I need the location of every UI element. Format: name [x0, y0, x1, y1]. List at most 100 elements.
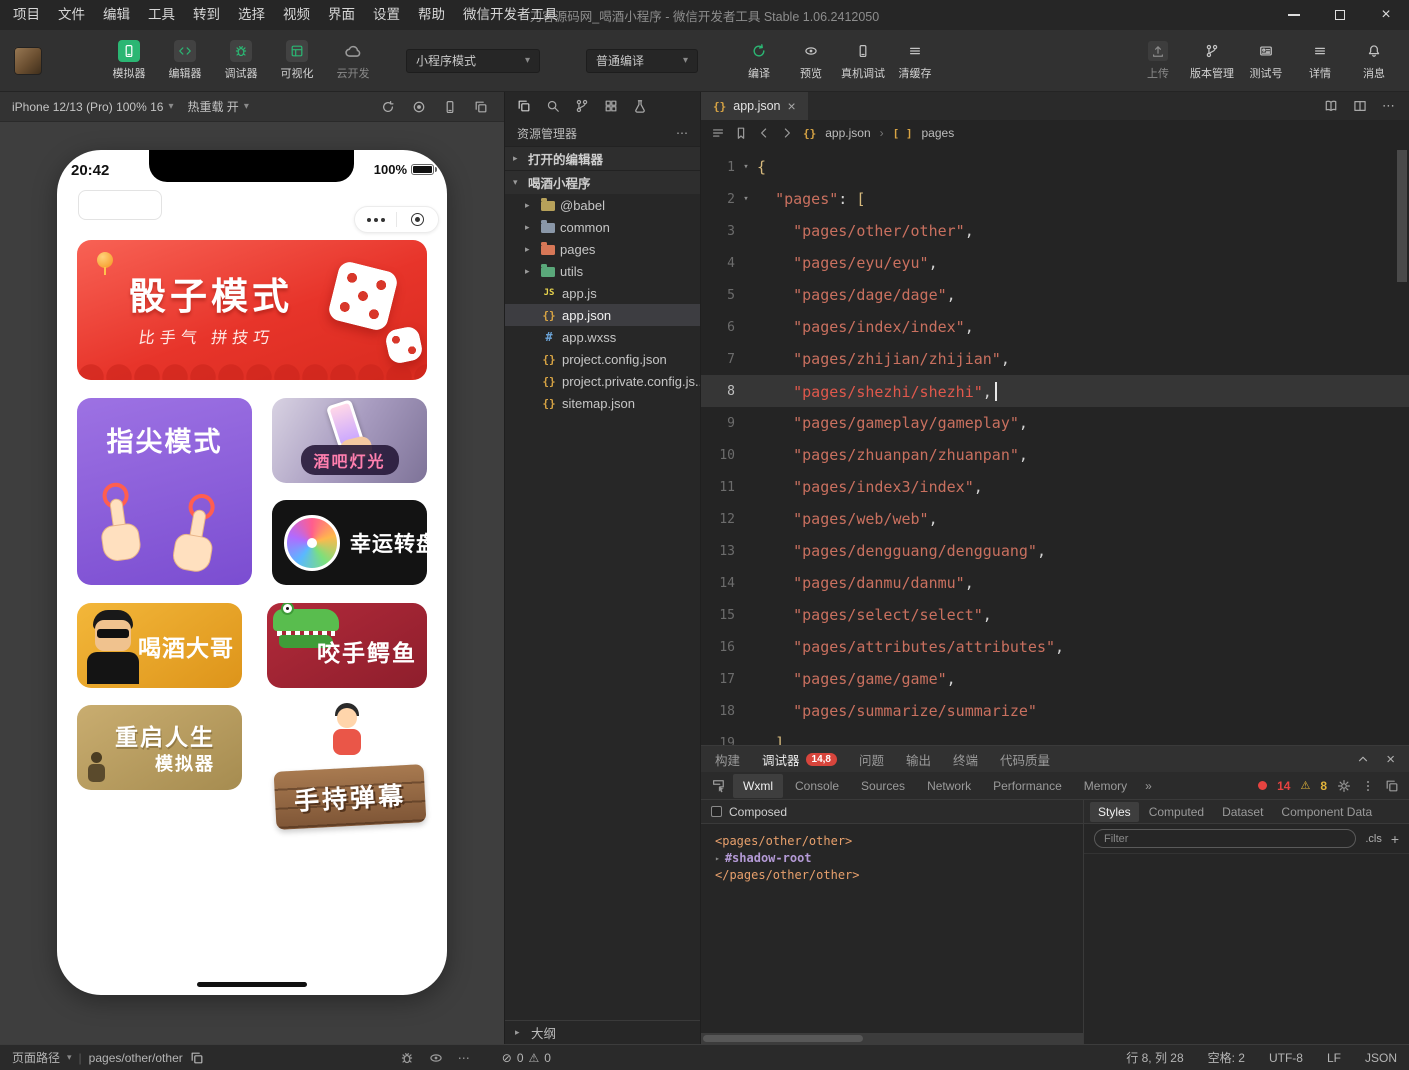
code-line[interactable]: 10 "pages/zhuanpan/zhuanpan",	[701, 439, 1409, 471]
rotate-screen-icon[interactable]	[381, 100, 395, 114]
code-line[interactable]: 1▾{	[701, 151, 1409, 183]
file-item[interactable]: project.private.config.js...	[505, 370, 700, 392]
menu-item[interactable]: 帮助	[409, 0, 454, 30]
debugger-tab[interactable]: 输出	[906, 750, 931, 769]
extensions-icon[interactable]	[604, 99, 618, 113]
error-count[interactable]: 14	[1277, 779, 1290, 793]
handheld-danmu-tile[interactable]: 手持弹幕	[275, 695, 425, 830]
wxml-tree[interactable]: <pages/other/other> ▸ #shadow-root </pag…	[701, 824, 1083, 1044]
avatar[interactable]	[14, 47, 42, 75]
open-editors-section[interactable]: ▸ 打开的编辑器	[505, 146, 700, 170]
details-button[interactable]: 详情	[1295, 40, 1345, 81]
file-item[interactable]: app.js	[505, 282, 700, 304]
project-root-section[interactable]: ▾ 喝酒小程序	[505, 170, 700, 194]
compile-button[interactable]: 编译	[734, 40, 784, 81]
chevron-right-icon[interactable]: ▸	[715, 850, 720, 867]
breadcrumb-file[interactable]: app.json	[825, 126, 870, 140]
simulator-toggle[interactable]: 模拟器	[104, 40, 154, 81]
compile-mode-dropdown[interactable]: 普通编译 ▾	[586, 49, 698, 73]
styles-tab[interactable]: Component Data	[1273, 802, 1380, 822]
folder-item[interactable]: ▸utils	[505, 260, 700, 282]
restart-life-tile[interactable]: 重启人生 模拟器	[77, 705, 242, 790]
wxml-close-tag[interactable]: </pages/other/other>	[715, 867, 1083, 884]
folder-item[interactable]: ▸pages	[505, 238, 700, 260]
cloud-toggle[interactable]: 云开发	[328, 40, 378, 81]
file-item[interactable]: app.json	[505, 304, 700, 326]
breadcrumb-node[interactable]: pages	[922, 126, 955, 140]
editor-scrollbar[interactable]	[1397, 150, 1407, 282]
capsule-more-button[interactable]	[355, 218, 396, 222]
code-line[interactable]: 6 "pages/index/index",	[701, 311, 1409, 343]
device-debug-button[interactable]: 真机调试	[838, 40, 888, 81]
element-picker-icon[interactable]	[711, 779, 725, 793]
hot-reload-toggle[interactable]: 热重载 开 ▾	[187, 98, 248, 115]
close-tab-icon[interactable]: ×	[788, 98, 796, 114]
problems-indicator[interactable]: ⊘ 0 ⚠ 0	[502, 1051, 551, 1065]
warning-count[interactable]: 8	[1320, 779, 1327, 793]
code-line[interactable]: 12 "pages/web/web",	[701, 503, 1409, 535]
code-line[interactable]: 19 ]	[701, 727, 1409, 745]
preview-eye-icon[interactable]	[429, 1051, 443, 1065]
upload-button[interactable]: 上传	[1133, 40, 1183, 81]
debugger-tab[interactable]: 终端	[953, 750, 978, 769]
menu-item[interactable]: 编辑	[94, 0, 139, 30]
menu-item[interactable]: 视频	[274, 0, 319, 30]
screenshot-icon[interactable]	[474, 100, 488, 114]
code-line[interactable]: 11 "pages/index3/index",	[701, 471, 1409, 503]
devtools-tab-sources[interactable]: Sources	[851, 774, 915, 798]
lucky-wheel-tile[interactable]: 幸运转盘	[272, 500, 427, 585]
fingertip-mode-tile[interactable]: 指尖模式	[77, 398, 252, 585]
code-line[interactable]: 7 "pages/zhijian/zhijian",	[701, 343, 1409, 375]
close-button[interactable]: ×	[1363, 0, 1409, 30]
debugger-tab[interactable]: 构建	[715, 750, 740, 769]
outline-section[interactable]: ▸ 大纲	[505, 1020, 700, 1044]
bookmark-icon[interactable]	[734, 126, 748, 140]
menu-item[interactable]: 界面	[319, 0, 364, 30]
add-style-button[interactable]: +	[1391, 831, 1399, 847]
code-line[interactable]: 16 "pages/attributes/attributes",	[701, 631, 1409, 663]
devtools-tab-console[interactable]: Console	[785, 774, 849, 798]
source-control-icon[interactable]	[575, 99, 589, 113]
test-account-button[interactable]: 测试号	[1241, 40, 1291, 81]
version-manage-button[interactable]: 版本管理	[1187, 40, 1237, 81]
more-icon[interactable]: ⋯	[676, 126, 688, 140]
cursor-position[interactable]: 行 8, 列 28	[1126, 1049, 1183, 1066]
code-line[interactable]: 14 "pages/danmu/danmu",	[701, 567, 1409, 599]
debugger-tab[interactable]: 问题	[859, 750, 884, 769]
preview-button[interactable]: 预览	[786, 40, 836, 81]
shadow-root-node[interactable]: #shadow-root	[725, 850, 812, 867]
bar-light-tile[interactable]: 酒吧灯光	[272, 398, 427, 483]
indentation-setting[interactable]: 空格: 2	[1208, 1049, 1245, 1066]
search-icon[interactable]	[546, 99, 560, 113]
file-item[interactable]: project.config.json	[505, 348, 700, 370]
minimize-button[interactable]	[1271, 0, 1317, 30]
menu-item[interactable]: 设置	[364, 0, 409, 30]
record-icon[interactable]	[412, 100, 426, 114]
copy-path-icon[interactable]	[190, 1051, 204, 1065]
language-mode[interactable]: JSON	[1365, 1051, 1397, 1065]
menu-item[interactable]: 选择	[229, 0, 274, 30]
collapse-panel-icon[interactable]	[1356, 752, 1370, 766]
styles-filter-input[interactable]	[1094, 829, 1356, 848]
composed-checkbox[interactable]	[711, 806, 722, 817]
code-line[interactable]: 4 "pages/eyu/eyu",	[701, 247, 1409, 279]
visual-toggle[interactable]: 可视化	[272, 40, 322, 81]
debugger-tab[interactable]: 调试器14,8	[762, 750, 837, 769]
menu-item[interactable]: 项目	[4, 0, 49, 30]
code-line[interactable]: 3 "pages/other/other",	[701, 215, 1409, 247]
code-line[interactable]: 9 "pages/gameplay/gameplay",	[701, 407, 1409, 439]
menu-item[interactable]: 微信开发者工具	[454, 0, 567, 30]
code-line[interactable]: 15 "pages/select/select",	[701, 599, 1409, 631]
wxml-horizontal-scrollbar[interactable]	[701, 1033, 1083, 1044]
debugger-tab[interactable]: 代码质量	[1000, 750, 1050, 769]
folder-item[interactable]: ▸@babel	[505, 194, 700, 216]
devtools-tab-wxml[interactable]: Wxml	[733, 774, 783, 798]
menu-item[interactable]: 转到	[184, 0, 229, 30]
close-panel-icon[interactable]: ×	[1386, 751, 1395, 768]
forward-icon[interactable]	[780, 126, 794, 140]
debugger-toggle[interactable]: 调试器	[216, 40, 266, 81]
clear-cache-button[interactable]: 清缓存	[890, 40, 940, 81]
file-item[interactable]: app.wxss	[505, 326, 700, 348]
cls-button[interactable]: .cls	[1365, 833, 1382, 845]
menu-item[interactable]: 工具	[139, 0, 184, 30]
